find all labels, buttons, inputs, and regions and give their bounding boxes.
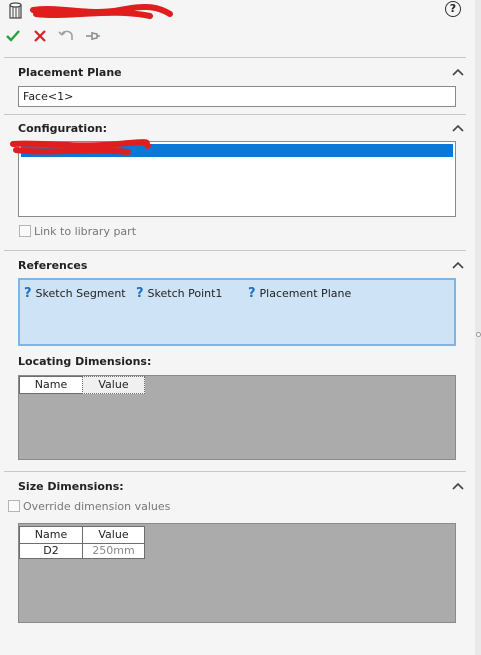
configuration-list[interactable] (18, 141, 456, 217)
pin-icon[interactable] (85, 29, 101, 43)
size-dimensions-grid[interactable]: Name Value D2 250mm (18, 523, 456, 623)
link-library-label: Link to library part (34, 225, 137, 238)
size-dimensions-title: Size Dimensions: (18, 480, 124, 493)
references-box[interactable]: ? Sketch Segment ? Sketch Point1 ? Placemen… (18, 278, 456, 346)
divider (4, 471, 466, 472)
dimension-value-cell[interactable]: 250mm (82, 543, 145, 559)
divider (4, 114, 466, 115)
chevron-up-icon[interactable] (452, 481, 464, 491)
column-header-name[interactable]: Name (19, 526, 83, 544)
help-icon[interactable]: ? (445, 1, 461, 17)
placement-plane-title: Placement Plane (18, 66, 122, 79)
close-icon[interactable] (33, 29, 47, 43)
hole-wizard-icon (8, 2, 24, 20)
reference-label: Placement Plane (259, 287, 352, 300)
reference-label: Sketch Point1 (147, 287, 223, 300)
override-dimensions-label: Override dimension values (23, 500, 171, 513)
property-manager-panel: ? Placement Plane Face<1> Configuration:… (0, 0, 468, 655)
selected-configuration-row[interactable] (21, 144, 453, 157)
question-icon: ? (248, 286, 256, 301)
chevron-up-icon[interactable] (452, 123, 464, 133)
reference-item[interactable]: ? Sketch Segment (24, 286, 126, 301)
reference-item[interactable]: ? Sketch Point1 (136, 286, 222, 301)
locating-dimensions-title: Locating Dimensions: (18, 355, 152, 368)
configuration-title: Configuration: (18, 122, 107, 135)
link-library-checkbox[interactable] (19, 225, 31, 237)
references-title: References (18, 259, 88, 272)
placement-plane-field[interactable]: Face<1> (18, 86, 456, 107)
column-header-name[interactable]: Name (19, 376, 83, 394)
chevron-up-icon[interactable] (452, 260, 464, 270)
divider (4, 250, 466, 251)
override-dimensions-checkbox[interactable] (8, 500, 20, 512)
divider (4, 57, 466, 58)
redacted-title-scribble (30, 4, 173, 19)
splitter-handle[interactable] (476, 332, 481, 337)
question-icon: ? (24, 286, 32, 301)
dimension-name-cell[interactable]: D2 (19, 543, 83, 559)
locating-dimensions-grid[interactable]: Name Value (18, 375, 456, 460)
reference-label: Sketch Segment (35, 287, 126, 300)
checkmark-icon[interactable] (5, 28, 21, 44)
panel-splitter[interactable] (475, 0, 481, 655)
reference-item[interactable]: ? Placement Plane (248, 286, 351, 301)
undo-icon[interactable] (58, 27, 76, 43)
column-header-value[interactable]: Value (82, 376, 145, 394)
column-header-value[interactable]: Value (82, 526, 145, 544)
question-icon: ? (136, 286, 144, 301)
chevron-up-icon[interactable] (452, 67, 464, 77)
